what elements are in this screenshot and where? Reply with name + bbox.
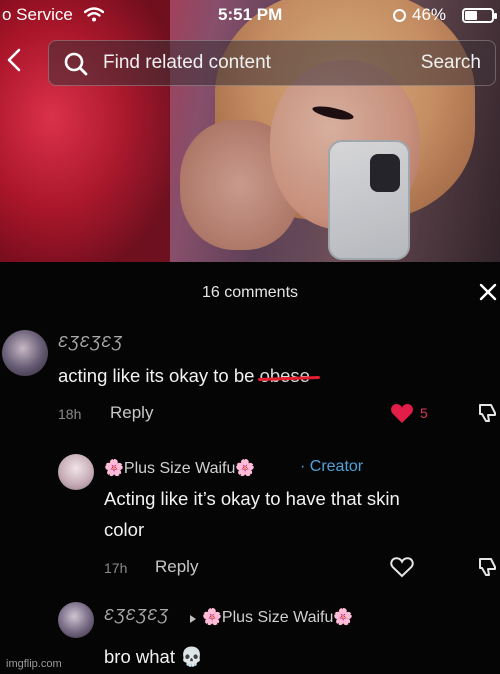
like-count: 5 [420, 405, 428, 421]
creator-username[interactable]: 🌸Plus Size Waifu🌸 [104, 458, 255, 478]
watermark: imgflip.com [6, 658, 62, 670]
close-icon [479, 283, 497, 301]
orientation-lock-icon [393, 9, 406, 22]
status-bar: o Service 5:51 PM 46% [0, 0, 500, 30]
struck-word: obese [259, 365, 310, 386]
search-input[interactable]: Find related content [103, 52, 271, 74]
dislike-icon[interactable] [476, 556, 498, 583]
comment-age: 17h [104, 560, 128, 576]
close-button[interactable] [478, 282, 498, 302]
reply-button[interactable]: Reply [155, 557, 198, 577]
comment-username[interactable]: ƐƷƐƷƐƷ [58, 334, 123, 352]
comment-username[interactable]: ƐƷƐƷƐƷ [104, 607, 169, 625]
avatar[interactable] [58, 454, 94, 490]
search-icon [63, 51, 89, 82]
comment-text-main: acting like its okay to be [58, 365, 260, 386]
comment-text: bro what 💀 [104, 646, 204, 667]
comment-text: color [104, 519, 145, 540]
comments-panel: 16 comments ƐƷƐƷƐƷ acting like its okay … [0, 262, 500, 674]
comment-text: Acting like it’s okay to have that skin [104, 488, 400, 509]
dislike-icon[interactable] [476, 402, 498, 429]
comment-text: acting like its okay to be obese [58, 361, 310, 391]
creator-badge: · Creator [300, 458, 364, 475]
avatar[interactable] [58, 602, 94, 638]
reply-to-username[interactable]: 🌸Plus Size Waifu🌸 [202, 607, 353, 627]
like-heart-filled-icon[interactable] [390, 402, 414, 429]
reply-arrow-icon [188, 611, 198, 629]
battery-percent: 46% [412, 5, 447, 24]
carrier-label: o Service [2, 5, 73, 24]
battery-icon [462, 8, 497, 23]
search-bar[interactable]: Find related content Search [48, 40, 496, 86]
reply-button[interactable]: Reply [110, 403, 153, 423]
wifi-icon [83, 7, 105, 27]
back-button[interactable] [4, 46, 26, 74]
chevron-left-icon [7, 48, 21, 72]
avatar[interactable] [2, 330, 48, 376]
comment-age: 18h [58, 406, 82, 422]
search-button[interactable]: Search [421, 52, 481, 74]
clock: 5:51 PM [218, 5, 283, 24]
comments-count-title: 16 comments [201, 284, 299, 301]
like-heart-outline-icon[interactable] [390, 556, 414, 583]
